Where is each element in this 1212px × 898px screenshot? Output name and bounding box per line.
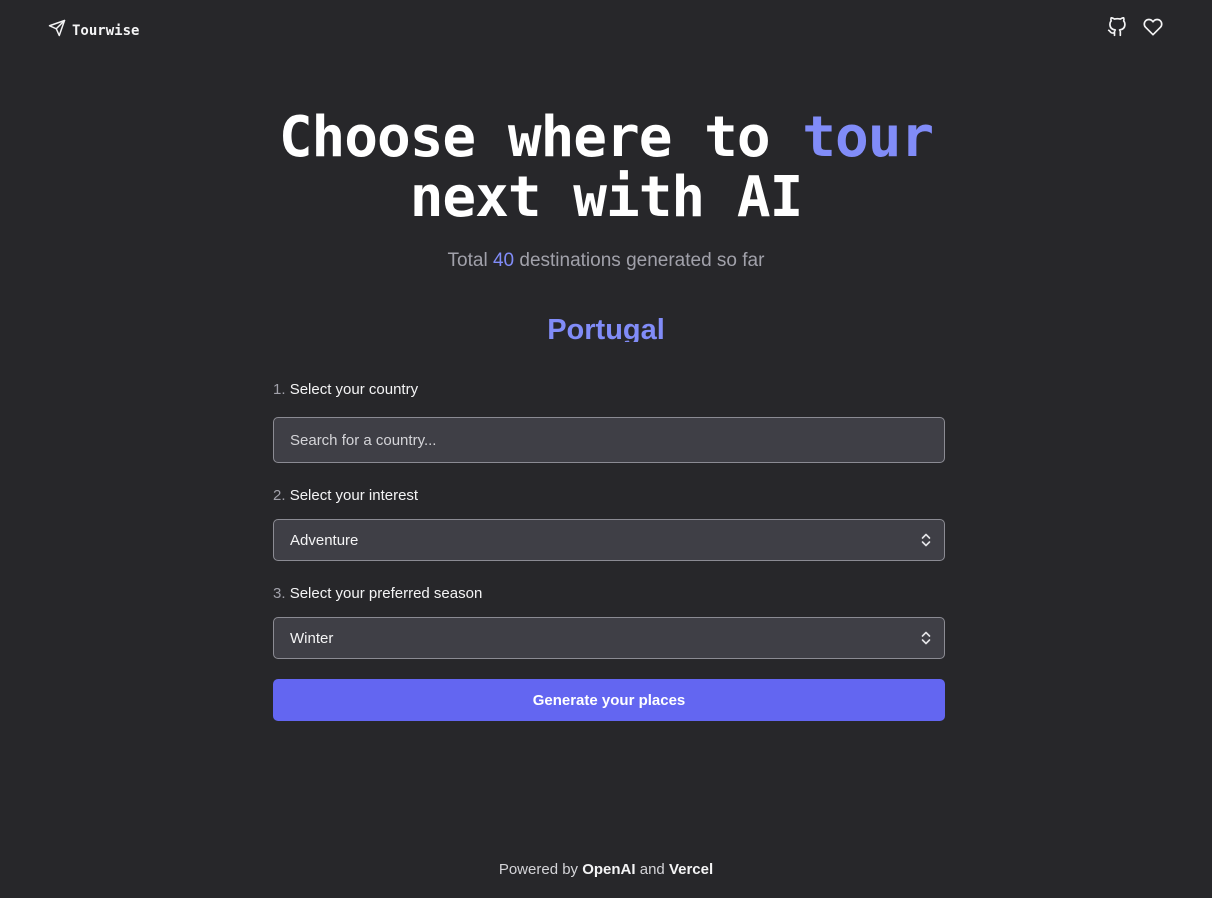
destination-count: 40 <box>492 250 515 271</box>
chevron-up-down-icon <box>920 531 932 549</box>
step-2-label: 2. Select your interest <box>273 485 945 507</box>
github-link[interactable] <box>1106 16 1128 42</box>
country-search-input[interactable]: Search for a country... <box>273 417 945 463</box>
title-part-2: next with AI <box>409 165 804 230</box>
step-1-label: 1. Select your country <box>273 379 945 401</box>
brand-link[interactable]: Tourwise <box>48 19 139 42</box>
top-bar: Tourwise <box>0 0 1212 58</box>
footer: Powered by OpenAI and Vercel <box>0 861 1212 878</box>
rotating-country-title: Portugal <box>547 314 665 342</box>
step-1-text: Select your country <box>289 381 419 398</box>
title-accent: tour <box>802 105 934 170</box>
footer-and: and <box>635 861 669 878</box>
heart-icon <box>1143 17 1163 42</box>
chevron-up-down-icon <box>920 629 932 647</box>
season-value: Winter <box>290 629 334 647</box>
destination-form: 1. Select your country Search for a coun… <box>273 379 945 721</box>
footer-prefix: Powered by <box>498 861 583 878</box>
step-3-text: Select your preferred season <box>289 585 483 602</box>
step-1-number: 1. <box>273 381 286 398</box>
season-select[interactable]: Winter <box>273 617 945 659</box>
hero: Choose where to tour next with AI Total … <box>0 108 1212 272</box>
step-3-label: 3. Select your preferred season <box>273 583 945 605</box>
step-2-text: Select your interest <box>289 487 419 504</box>
openai-link[interactable]: OpenAI <box>582 861 635 878</box>
interest-select[interactable]: Adventure <box>273 519 945 561</box>
page-title: Choose where to tour next with AI <box>0 108 1212 228</box>
subtitle: Total 40 destinations generated so far <box>0 250 1212 272</box>
interest-value: Adventure <box>290 531 359 549</box>
favorite-link[interactable] <box>1142 18 1164 40</box>
subtitle-prefix: Total <box>447 250 493 271</box>
generate-button[interactable]: Generate your places <box>273 679 945 721</box>
step-2-number: 2. <box>273 487 286 504</box>
brand-name: Tourwise <box>72 22 140 39</box>
step-3-number: 3. <box>273 585 286 602</box>
vercel-link[interactable]: Vercel <box>669 861 713 878</box>
github-icon <box>1107 16 1127 42</box>
top-icons <box>1106 16 1164 42</box>
country-search-placeholder: Search for a country... <box>290 431 437 449</box>
title-part-1: Choose where to <box>278 105 803 170</box>
send-icon <box>48 19 66 42</box>
subtitle-suffix: destinations generated so far <box>514 250 765 271</box>
